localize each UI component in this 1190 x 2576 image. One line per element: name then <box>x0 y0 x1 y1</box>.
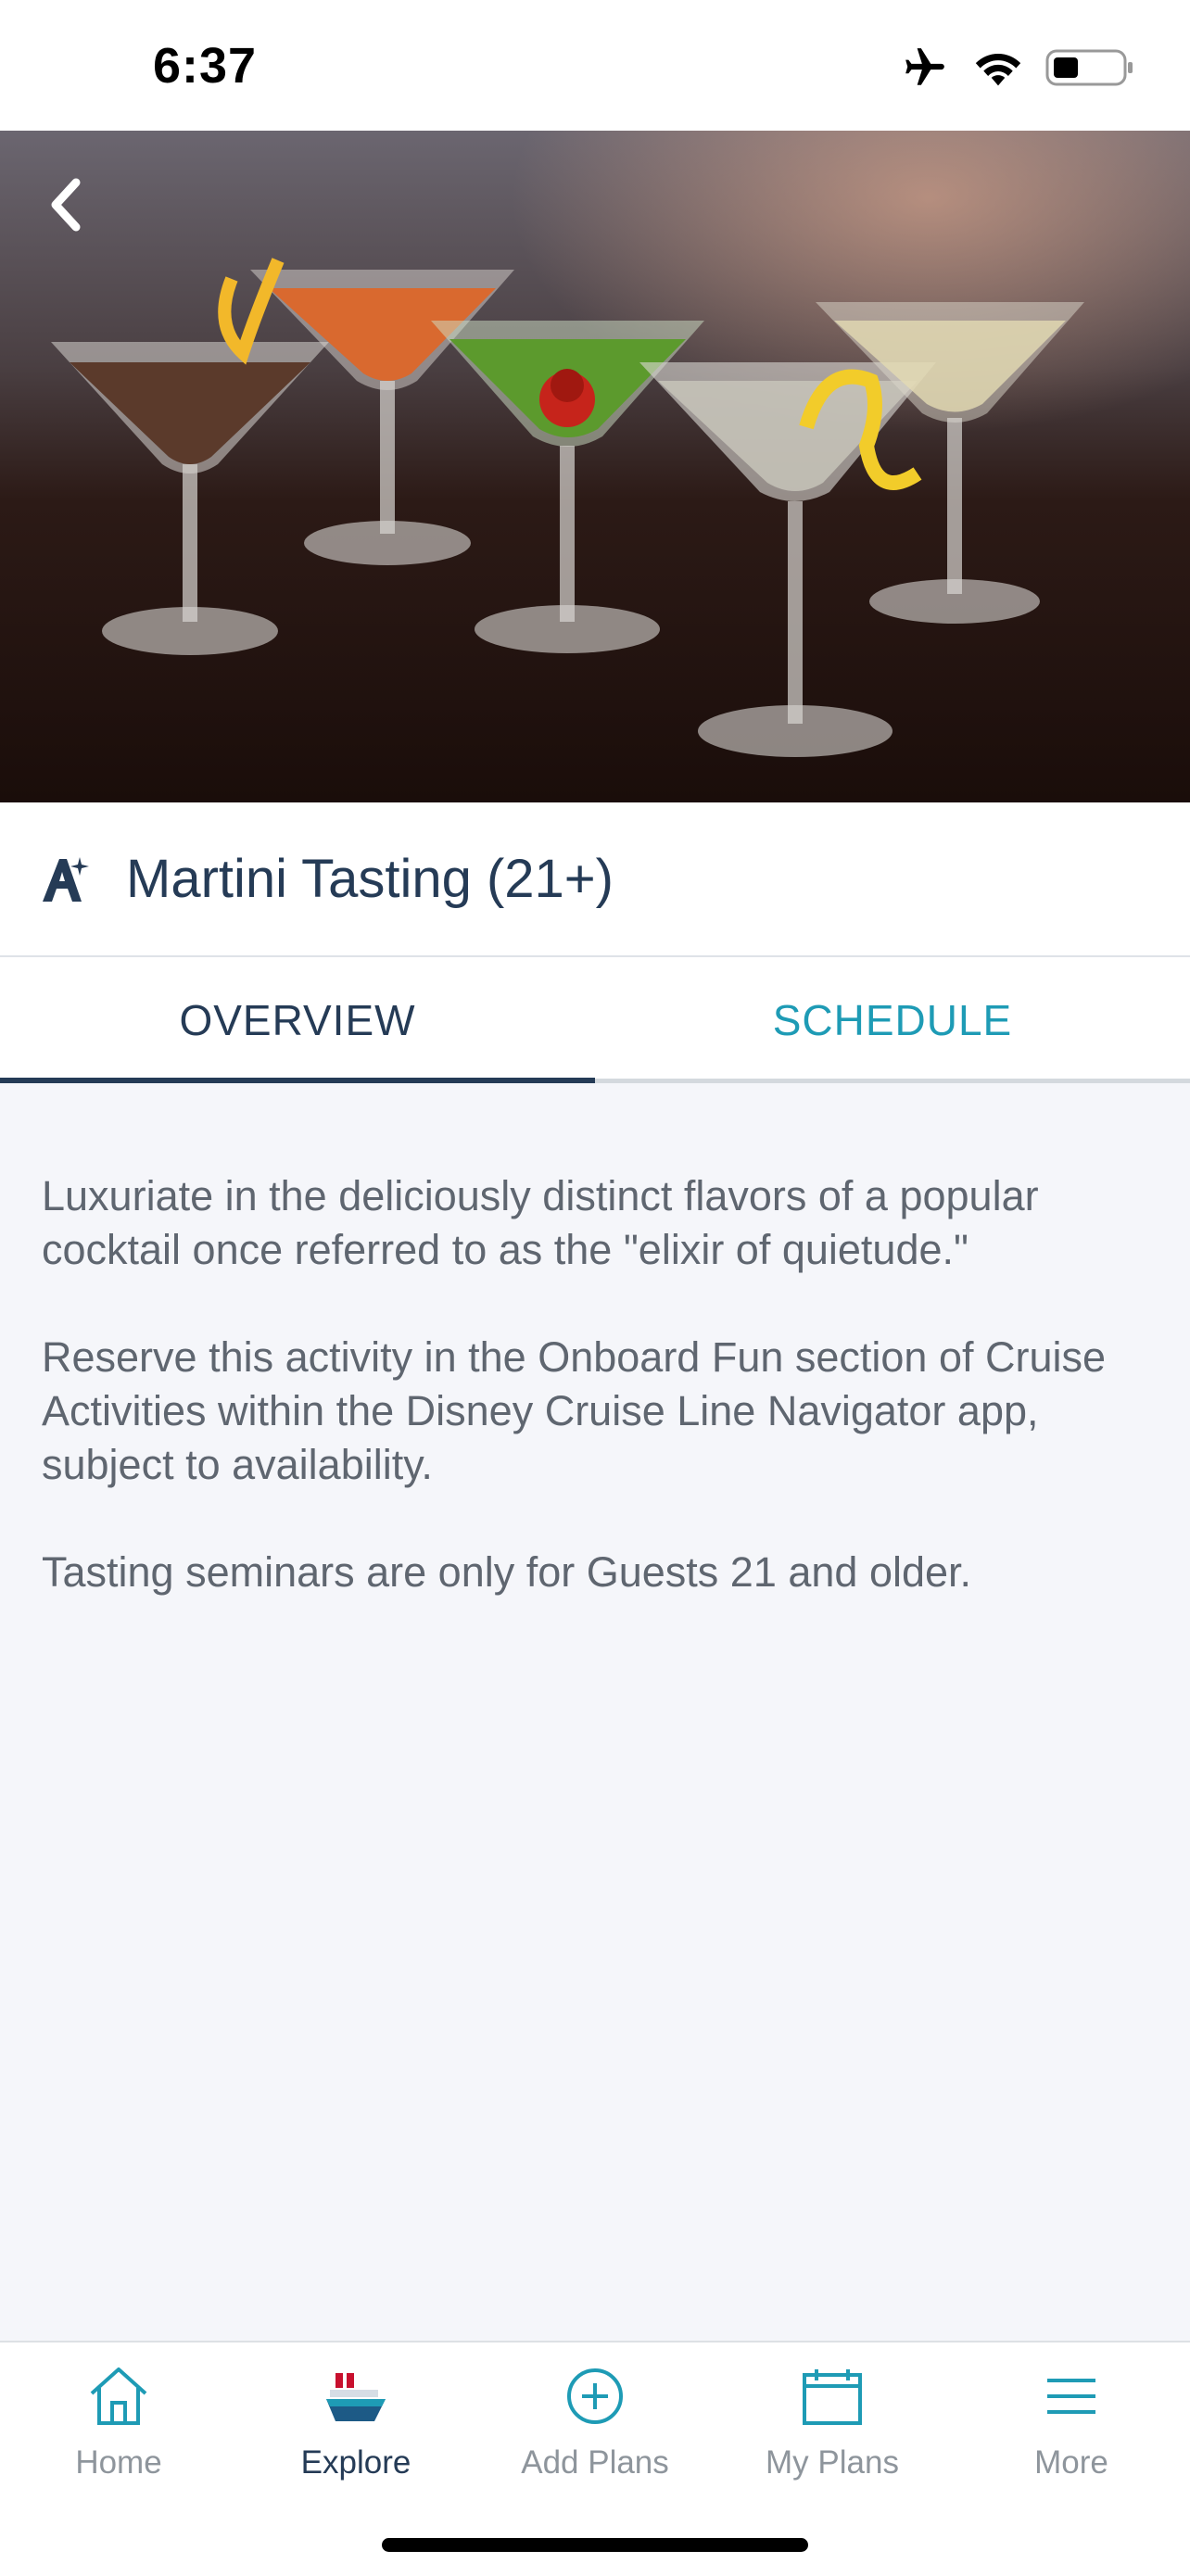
hero-image <box>0 131 1190 802</box>
tab-active-indicator <box>0 1078 595 1083</box>
menu-icon <box>1034 2359 1108 2433</box>
nav-my-plans[interactable]: My Plans <box>714 2359 951 2498</box>
overview-paragraph: Reserve this activity in the Onboard Fun… <box>42 1333 1107 1488</box>
status-bar: 6:37 <box>0 0 1190 131</box>
nav-more-label: More <box>1034 2444 1108 2481</box>
add-circle-icon <box>558 2359 632 2433</box>
status-icons <box>899 44 1134 95</box>
home-indicator <box>382 2538 808 2552</box>
page-title: Martini Tasting (21+) <box>126 849 614 909</box>
calendar-icon <box>795 2359 869 2433</box>
nav-explore[interactable]: Explore <box>237 2359 475 2498</box>
activity-icon <box>39 853 91 905</box>
nav-my-plans-label: My Plans <box>766 2444 899 2481</box>
airplane-icon <box>899 44 951 95</box>
home-icon <box>82 2359 156 2433</box>
nav-home-label: Home <box>75 2444 162 2481</box>
chevron-left-icon <box>51 178 81 232</box>
overview-paragraph: Luxuriate in the deliciously distinct fl… <box>42 1172 1039 1273</box>
nav-explore-label: Explore <box>300 2444 411 2481</box>
battery-icon <box>1045 47 1134 93</box>
tab-bar-top: OVERVIEW SCHEDULE <box>0 957 1190 1083</box>
nav-add-plans-label: Add Plans <box>521 2444 669 2481</box>
status-time: 6:37 <box>153 38 258 94</box>
nav-home[interactable]: Home <box>0 2359 237 2498</box>
ship-icon <box>319 2359 393 2433</box>
nav-more[interactable]: More <box>953 2359 1190 2498</box>
overview-paragraph: Tasting seminars are only for Guests 21 … <box>42 1548 972 1596</box>
back-button[interactable] <box>28 163 102 246</box>
tab-overview[interactable]: OVERVIEW <box>0 957 595 1083</box>
wifi-icon <box>971 46 1025 94</box>
title-row: Martini Tasting (21+) <box>0 802 1190 957</box>
tab-schedule[interactable]: SCHEDULE <box>595 957 1190 1083</box>
nav-add-plans[interactable]: Add Plans <box>476 2359 714 2498</box>
overview-content: Luxuriate in the deliciously distinct fl… <box>42 1169 1154 1653</box>
